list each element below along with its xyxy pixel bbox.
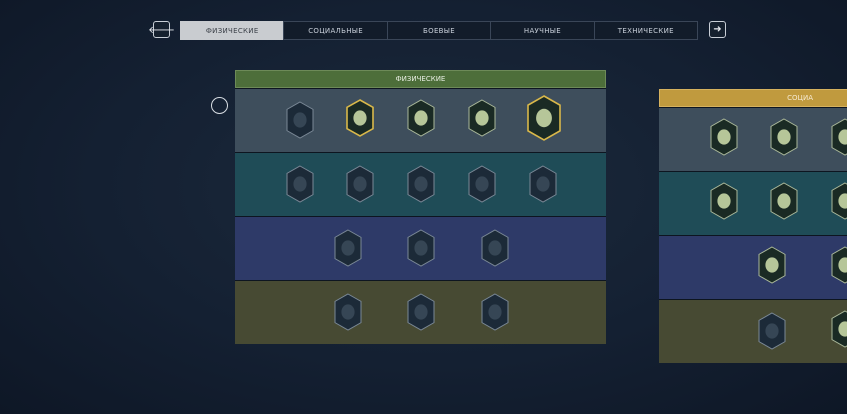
heart-icon[interactable] [526, 95, 562, 141]
cursor-ring [211, 97, 228, 114]
spear-icon[interactable] [285, 165, 315, 203]
skill-tier-1 [235, 88, 606, 152]
social-skills-panel: СОЦИА [659, 89, 847, 363]
arrow-left-icon: 🡐 [148, 24, 175, 36]
social-tier-3 [659, 235, 847, 299]
drink-icon[interactable] [769, 118, 799, 156]
tab-social[interactable]: СОЦИАЛЬНЫЕ [283, 21, 388, 40]
tornado-icon[interactable] [406, 293, 436, 331]
wolf-icon[interactable] [830, 246, 847, 284]
money-bag-icon[interactable] [709, 182, 739, 220]
handshake-icon[interactable] [769, 182, 799, 220]
category-bar: 🡐 ФИЗИЧЕСКИЕ СОЦИАЛЬНЫЕ БОЕВЫЕ НАУЧНЫЕ Т… [148, 21, 728, 40]
social-tier-4 [659, 299, 847, 363]
prev-category-button[interactable]: 🡐 [148, 21, 175, 38]
barrel-icon[interactable] [757, 312, 787, 350]
skull-icon[interactable] [830, 310, 847, 348]
skill-tier-3 [235, 216, 606, 280]
social-tier-2 [659, 171, 847, 235]
runner-icon[interactable] [345, 165, 375, 203]
tab-science[interactable]: НАУЧНЫЕ [490, 21, 595, 40]
tab-physical[interactable]: ФИЗИЧЕСКИЕ [180, 21, 285, 40]
next-category-button[interactable]: ➜ [709, 21, 726, 38]
swimmer-icon[interactable] [467, 165, 497, 203]
skill-tier-4 [235, 280, 606, 344]
rifle-icon[interactable] [345, 99, 375, 137]
fist-icon[interactable] [285, 101, 315, 139]
dumbbell-icon[interactable] [467, 99, 497, 137]
face-icon[interactable] [830, 182, 847, 220]
panel-title-social: СОЦИА [659, 89, 847, 107]
arrow-right-icon: ➜ [713, 24, 722, 35]
hood-icon[interactable] [333, 293, 363, 331]
shield-icon[interactable] [528, 165, 558, 203]
category-tabs: ФИЗИЧЕСКИЕ СОЦИАЛЬНЫЕ БОЕВЫЕ НАУЧНЫЕ ТЕХ… [180, 21, 699, 40]
tab-combat[interactable]: БОЕВЫЕ [386, 21, 492, 40]
mask-icon[interactable] [830, 118, 847, 156]
skill-tier-2 [235, 152, 606, 216]
pistol-icon[interactable] [406, 99, 436, 137]
medal-icon[interactable] [406, 229, 436, 267]
panel-title: ФИЗИЧЕСКИЕ [235, 70, 606, 88]
tab-tech[interactable]: ТЕХНИЧЕСКИЕ [593, 21, 699, 40]
emblem-icon[interactable] [480, 293, 510, 331]
muscle-icon[interactable] [480, 229, 510, 267]
meditation-icon[interactable] [333, 229, 363, 267]
beer-icon[interactable] [709, 118, 739, 156]
physical-skills-panel: ФИЗИЧЕСКИЕ [235, 70, 606, 344]
lungs-icon[interactable] [406, 165, 436, 203]
social-tier-1 [659, 107, 847, 171]
crowd-icon[interactable] [757, 246, 787, 284]
